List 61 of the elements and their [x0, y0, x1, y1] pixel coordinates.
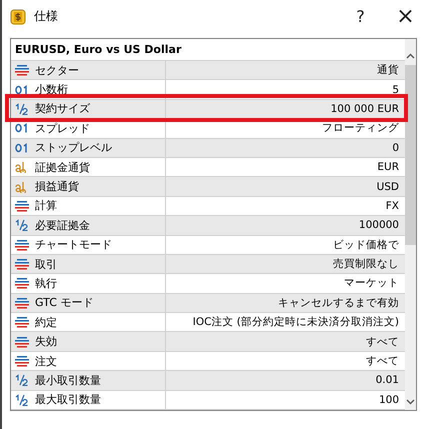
property-value: 通貨 [377, 63, 399, 78]
property-value: 100 [378, 394, 399, 406]
list-icon [15, 238, 29, 251]
property-label: 注文 [35, 354, 57, 369]
property-label: 最小取引数量 [35, 372, 101, 388]
digits-icon [15, 122, 29, 134]
digits-icon [15, 142, 29, 154]
property-label: ストップレベル [35, 140, 112, 156]
property-label: 最大取引数量 [35, 392, 101, 408]
property-value: すべて [366, 334, 399, 349]
property-value: 100 000 EUR [330, 102, 399, 115]
property-label: スプレッド [35, 120, 90, 136]
digits-icon [15, 84, 29, 96]
fraction-icon [15, 219, 29, 232]
fraction-icon [15, 102, 29, 115]
scroll-up-icon [406, 52, 415, 61]
scrollbar-thumb[interactable] [405, 65, 416, 245]
property-label: 契約サイズ [35, 101, 90, 116]
property-value: ビッド価格で [333, 238, 399, 252]
fraction-icon [15, 394, 29, 406]
property-label: 必要証拠金 [35, 218, 90, 233]
property-value: IOC注文 (部分約定時に未決済分取消注文) [192, 315, 399, 330]
property-value: 100000 [358, 219, 399, 232]
list-icon [15, 200, 29, 212]
text-type-icon [15, 161, 29, 174]
property-value: 5 [392, 84, 399, 96]
property-value: フローティング [322, 121, 399, 136]
property-label: 取引 [35, 256, 57, 272]
property-label: 証拠金通貨 [35, 160, 90, 175]
property-label: 失効 [35, 334, 57, 350]
property-value: 0 [392, 142, 399, 154]
list-icon [15, 336, 29, 348]
property-label: セクター [35, 62, 79, 78]
coin-icon [10, 8, 26, 24]
property-label: 執行 [35, 276, 57, 291]
property-value: すべて [366, 354, 399, 368]
list-icon [15, 258, 29, 270]
property-value: キャンセルするまで有効 [278, 296, 399, 310]
property-label: 計算 [35, 198, 57, 214]
close-button[interactable]: × [383, 0, 428, 33]
property-value: EUR [377, 161, 399, 174]
scroll-down-icon [406, 397, 415, 406]
list-icon [15, 355, 29, 368]
property-value: USD [376, 180, 399, 193]
property-value: マーケット [344, 276, 399, 290]
text-type-icon [15, 180, 29, 193]
property-label: 損益通貨 [35, 179, 79, 194]
list-icon [15, 277, 29, 290]
list-icon [15, 296, 29, 309]
fraction-icon [15, 374, 29, 386]
list-icon [15, 64, 29, 76]
property-label: チャートモード [35, 237, 112, 252]
property-label: 小数桁 [35, 82, 68, 98]
property-label: GTC モード [35, 295, 94, 310]
window-title: 仕様 [34, 8, 59, 25]
list-icon [15, 316, 29, 328]
help-button[interactable]: ? [338, 0, 383, 33]
property-value: 売買制限なし [333, 257, 399, 272]
property-value: 0.01 [376, 374, 399, 386]
property-label: 約定 [35, 314, 57, 330]
property-value: FX [386, 200, 399, 212]
